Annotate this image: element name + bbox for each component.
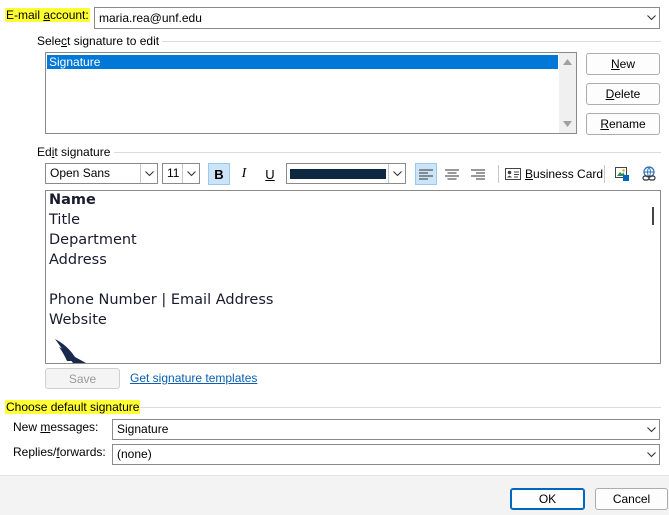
signature-editor[interactable]: Name Title Department Address Phone Numb… <box>45 190 661 364</box>
rename-signature-button[interactable]: Rename <box>586 113 660 135</box>
business-card-icon <box>505 168 521 180</box>
new-messages-value: Signature <box>117 422 169 436</box>
group-divider <box>140 407 661 408</box>
ok-button[interactable]: OK <box>510 488 585 510</box>
align-right-icon <box>471 169 485 179</box>
hyperlink-icon <box>642 166 656 181</box>
toolbar-separator <box>498 165 499 183</box>
delete-signature-button[interactable]: Delete <box>586 83 660 105</box>
email-account-dropdown[interactable]: maria.rea@unf.edu <box>94 7 660 29</box>
new-messages-label: New messages: <box>13 420 99 434</box>
group-divider <box>162 41 661 42</box>
choose-default-signature-heading: Choose default signature <box>5 400 141 414</box>
insert-picture-button[interactable] <box>611 163 633 185</box>
cancel-button[interactable]: Cancel <box>595 488 668 510</box>
logo-bird-icon <box>55 339 86 363</box>
italic-button[interactable]: I <box>233 163 255 185</box>
editor-title-line: Title <box>49 212 81 228</box>
chevron-down-icon[interactable] <box>182 164 199 183</box>
new-signature-button[interactable]: New <box>586 53 660 75</box>
editor-website-line: Website <box>49 312 107 328</box>
chevron-down-icon[interactable] <box>643 420 659 439</box>
chevron-down-icon[interactable] <box>643 445 659 464</box>
editor-contact-line: Phone Number | Email Address <box>49 292 274 308</box>
font-family-value: Open Sans <box>50 166 111 180</box>
email-account-value: maria.rea@unf.edu <box>99 11 202 25</box>
chevron-down-icon[interactable] <box>643 8 659 28</box>
align-right-button[interactable] <box>467 163 489 185</box>
editor-department-line: Department <box>49 232 137 248</box>
font-family-dropdown[interactable]: Open Sans <box>45 163 158 184</box>
underline-button[interactable]: U <box>259 163 281 185</box>
align-left-button[interactable] <box>415 163 437 185</box>
align-center-icon <box>445 169 459 179</box>
chevron-down-icon[interactable] <box>388 164 405 183</box>
email-account-label: E-mail account: <box>5 8 90 22</box>
scroll-up-icon[interactable] <box>563 59 572 65</box>
replies-forwards-label: Replies/forwards: <box>13 445 106 459</box>
business-card-button[interactable]: Business Card <box>505 164 603 184</box>
font-size-dropdown[interactable]: 11 <box>162 163 200 184</box>
replies-forwards-value: (none) <box>117 447 152 461</box>
save-button[interactable]: Save <box>45 368 120 389</box>
bold-button[interactable]: B <box>208 163 230 185</box>
font-color-swatch <box>290 169 386 179</box>
font-color-dropdown[interactable] <box>286 163 406 184</box>
new-messages-dropdown[interactable]: Signature <box>112 419 660 440</box>
editor-name-line: Name <box>49 192 96 208</box>
editor-scrollbar-thumb[interactable] <box>652 207 654 225</box>
edit-signature-label: Edit signature <box>37 145 111 159</box>
signature-list-item[interactable]: Signature <box>47 55 558 69</box>
font-size-value: 11 <box>167 166 180 180</box>
group-divider <box>114 152 661 153</box>
toolbar-separator <box>604 165 605 183</box>
signature-list-scrollbar[interactable] <box>559 53 576 133</box>
align-left-icon <box>419 169 433 179</box>
align-center-button[interactable] <box>441 163 463 185</box>
dialog-footer: OK Cancel <box>0 475 669 515</box>
signature-list[interactable]: Signature <box>45 52 577 134</box>
insert-hyperlink-button[interactable] <box>638 163 660 185</box>
chevron-down-icon[interactable] <box>140 164 157 183</box>
select-signature-label: Select signature to edit <box>37 34 160 48</box>
replies-forwards-dropdown[interactable]: (none) <box>112 444 660 465</box>
get-signature-templates-link[interactable]: Get signature templates <box>130 371 257 385</box>
scroll-down-icon[interactable] <box>563 121 572 127</box>
editor-address-line: Address <box>49 252 107 268</box>
insert-picture-icon <box>615 167 629 181</box>
